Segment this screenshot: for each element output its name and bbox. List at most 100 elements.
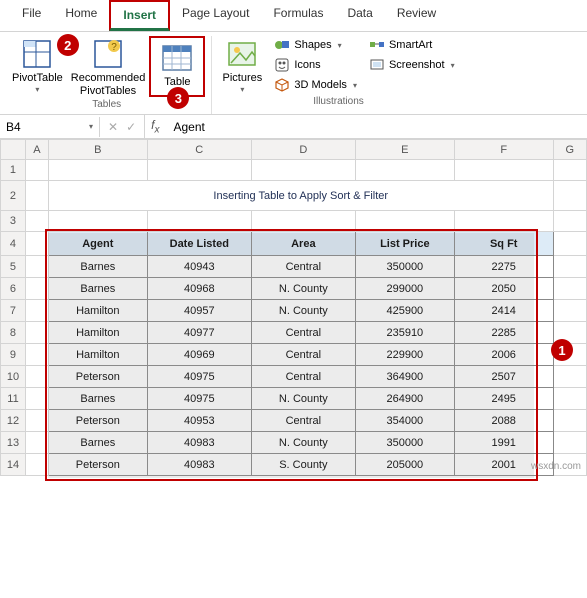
cell[interactable]: 40983 (147, 454, 251, 476)
col-header-G[interactable]: G (553, 140, 586, 160)
cell[interactable]: 299000 (355, 278, 454, 300)
row-header-7[interactable]: 7 (1, 300, 26, 322)
cell[interactable]: Peterson (48, 454, 147, 476)
tab-data[interactable]: Data (335, 0, 384, 31)
shapes-button[interactable]: Shapes▾ (270, 36, 361, 54)
select-all-corner[interactable] (1, 140, 26, 160)
tab-formulas[interactable]: Formulas (261, 0, 335, 31)
cell[interactable]: 2006 (454, 344, 553, 366)
row-header-10[interactable]: 10 (1, 366, 26, 388)
cell[interactable]: 1991 (454, 432, 553, 454)
cell[interactable]: Peterson (48, 366, 147, 388)
cell[interactable]: N. County (251, 300, 355, 322)
cell[interactable]: 235910 (355, 322, 454, 344)
row-header-1[interactable]: 1 (1, 160, 26, 181)
col-header-A[interactable]: A (25, 140, 48, 160)
cell[interactable]: N. County (251, 432, 355, 454)
hdr-agent[interactable]: Agent (48, 232, 147, 256)
row-header-8[interactable]: 8 (1, 322, 26, 344)
icons-button[interactable]: Icons (270, 56, 361, 74)
tab-file[interactable]: File (10, 0, 53, 31)
cell[interactable]: 350000 (355, 432, 454, 454)
3d-models-button[interactable]: 3D Models▾ (270, 76, 361, 94)
row-header-4[interactable]: 4 (1, 232, 26, 256)
cell[interactable]: Central (251, 256, 355, 278)
cell[interactable]: Central (251, 322, 355, 344)
col-header-E[interactable]: E (355, 140, 454, 160)
cell[interactable]: S. County (251, 454, 355, 476)
cell[interactable]: Barnes (48, 256, 147, 278)
fx-icon[interactable]: fx (145, 118, 165, 135)
cell[interactable]: 2507 (454, 366, 553, 388)
name-box[interactable]: B4 ▾ (0, 117, 100, 137)
cell[interactable]: 425900 (355, 300, 454, 322)
smartart-label: SmartArt (389, 39, 432, 51)
col-header-F[interactable]: F (454, 140, 553, 160)
title-cell[interactable]: Inserting Table to Apply Sort & Filter (48, 181, 553, 211)
tab-insert[interactable]: Insert (109, 0, 170, 31)
hdr-area[interactable]: Area (251, 232, 355, 256)
cell[interactable]: 40969 (147, 344, 251, 366)
cell[interactable]: 40977 (147, 322, 251, 344)
cell[interactable]: Central (251, 366, 355, 388)
pictures-button[interactable]: Pictures ▾ (218, 36, 266, 94)
screenshot-label: Screenshot (389, 59, 445, 71)
cell[interactable]: 40943 (147, 256, 251, 278)
cell[interactable]: Central (251, 344, 355, 366)
recommended-pivottables-button[interactable]: ? Recommended PivotTables 2 (67, 36, 150, 97)
cell[interactable]: 2495 (454, 388, 553, 410)
cell[interactable]: 40953 (147, 410, 251, 432)
cell[interactable]: 40957 (147, 300, 251, 322)
cell[interactable]: 264900 (355, 388, 454, 410)
cell[interactable]: Hamilton (48, 344, 147, 366)
cell[interactable]: Peterson (48, 410, 147, 432)
cell[interactable]: 2275 (454, 256, 553, 278)
cell[interactable]: 205000 (355, 454, 454, 476)
row-header-14[interactable]: 14 (1, 454, 26, 476)
cancel-icon[interactable]: ✕ (108, 120, 118, 134)
cell[interactable]: N. County (251, 388, 355, 410)
row-header-2[interactable]: 2 (1, 181, 26, 211)
cell[interactable]: Barnes (48, 432, 147, 454)
cell[interactable]: Hamilton (48, 300, 147, 322)
tab-review[interactable]: Review (385, 0, 448, 31)
col-header-D[interactable]: D (251, 140, 355, 160)
cell[interactable]: Barnes (48, 388, 147, 410)
row-header-5[interactable]: 5 (1, 256, 26, 278)
tab-home[interactable]: Home (53, 0, 109, 31)
cell[interactable]: 2414 (454, 300, 553, 322)
cell[interactable]: 2285 (454, 322, 553, 344)
table-button[interactable]: Table (153, 40, 201, 89)
row-header-12[interactable]: 12 (1, 410, 26, 432)
cell[interactable]: 40975 (147, 366, 251, 388)
cell[interactable]: 354000 (355, 410, 454, 432)
worksheet[interactable]: A B C D E F G 1 2 Inserting Table to Appl… (0, 139, 587, 476)
accept-icon[interactable]: ✓ (126, 120, 136, 134)
row-header-13[interactable]: 13 (1, 432, 26, 454)
screenshot-button[interactable]: Screenshot▾ (365, 56, 459, 74)
hdr-date[interactable]: Date Listed (147, 232, 251, 256)
cell[interactable]: 2088 (454, 410, 553, 432)
cell[interactable]: Barnes (48, 278, 147, 300)
cell[interactable]: Central (251, 410, 355, 432)
smartart-button[interactable]: SmartArt (365, 36, 459, 54)
cell[interactable]: 40983 (147, 432, 251, 454)
cell[interactable]: 40975 (147, 388, 251, 410)
col-header-B[interactable]: B (48, 140, 147, 160)
hdr-sqft[interactable]: Sq Ft (454, 232, 553, 256)
cell[interactable]: 364900 (355, 366, 454, 388)
cell[interactable]: Hamilton (48, 322, 147, 344)
row-header-9[interactable]: 9 (1, 344, 26, 366)
cell[interactable]: N. County (251, 278, 355, 300)
row-header-3[interactable]: 3 (1, 211, 26, 232)
row-header-6[interactable]: 6 (1, 278, 26, 300)
cell[interactable]: 40968 (147, 278, 251, 300)
tab-page-layout[interactable]: Page Layout (170, 0, 261, 31)
cell[interactable]: 2050 (454, 278, 553, 300)
cell[interactable]: 229900 (355, 344, 454, 366)
hdr-price[interactable]: List Price (355, 232, 454, 256)
col-header-C[interactable]: C (147, 140, 251, 160)
cell[interactable]: 350000 (355, 256, 454, 278)
formula-input[interactable]: Agent (165, 117, 587, 137)
row-header-11[interactable]: 11 (1, 388, 26, 410)
